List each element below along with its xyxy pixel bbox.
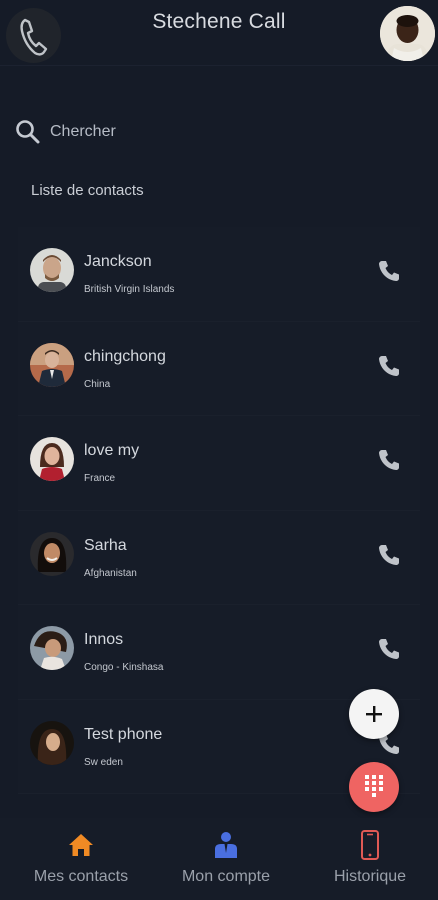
nav-item-contacts[interactable]: Mes contacts	[8, 830, 154, 886]
call-icon[interactable]	[376, 258, 402, 284]
call-icon[interactable]	[376, 447, 402, 473]
contact-country: China	[84, 378, 111, 390]
nav-label: Mes contacts	[33, 868, 129, 885]
account-icon	[215, 832, 237, 858]
home-icon	[69, 834, 93, 856]
contact-country: Afghanistan	[84, 567, 137, 579]
contact-name: Test phone	[84, 725, 163, 743]
top-bar: Stechene Call	[0, 0, 438, 66]
bottom-navigation: Mes contacts Mon compte Historique	[0, 818, 438, 900]
call-icon[interactable]	[376, 636, 402, 662]
contact-country: Congo - Kinshasa	[84, 662, 164, 673]
contact-row[interactable]: Innos Congo - Kinshasa	[18, 605, 420, 700]
dialpad-icon	[365, 775, 383, 797]
app-screen: Stechene Call Liste de contacts Janckson	[0, 0, 438, 900]
contact-row[interactable]: Janckson British Virgin Islands	[18, 227, 420, 322]
nav-item-account[interactable]: Mon compte	[153, 830, 299, 886]
contact-name: Janckson	[84, 253, 152, 270]
search-icon	[16, 120, 40, 144]
profile-avatar[interactable]	[380, 6, 435, 61]
call-icon[interactable]	[376, 542, 402, 568]
mobile-phone-icon	[361, 830, 379, 860]
contact-row[interactable]: love my France	[18, 416, 420, 511]
contact-name: Sarha	[84, 536, 127, 554]
contact-avatar	[30, 720, 74, 765]
contacts-section-title: Liste de contacts	[31, 182, 144, 199]
contact-row[interactable]: chingchong China	[18, 321, 420, 416]
contact-name: chingchong	[84, 347, 166, 365]
dialpad-button[interactable]	[349, 762, 399, 812]
call-icon[interactable]	[376, 353, 402, 379]
contact-avatar	[30, 248, 74, 292]
app-title: Stechene Call	[152, 10, 286, 33]
contact-avatar	[30, 531, 74, 576]
add-contact-button[interactable]	[349, 689, 399, 739]
contact-avatar	[30, 437, 74, 481]
nav-item-history[interactable]: Historique	[297, 830, 438, 886]
contact-country: France	[84, 473, 116, 484]
contact-avatar	[30, 626, 74, 670]
plus-icon	[366, 706, 382, 722]
search-bar[interactable]	[14, 114, 314, 150]
nav-label: Historique	[333, 868, 407, 885]
contact-avatar	[30, 342, 74, 387]
search-input[interactable]	[50, 123, 290, 141]
nav-label: Mon compte	[181, 868, 271, 885]
contact-country: Sw eden	[84, 756, 123, 768]
contact-name: Innos	[84, 631, 124, 648]
contact-country: British Virgin Islands	[84, 284, 175, 295]
contact-name: love my	[84, 442, 140, 459]
contact-row[interactable]: Sarha Afghanistan	[18, 510, 420, 605]
